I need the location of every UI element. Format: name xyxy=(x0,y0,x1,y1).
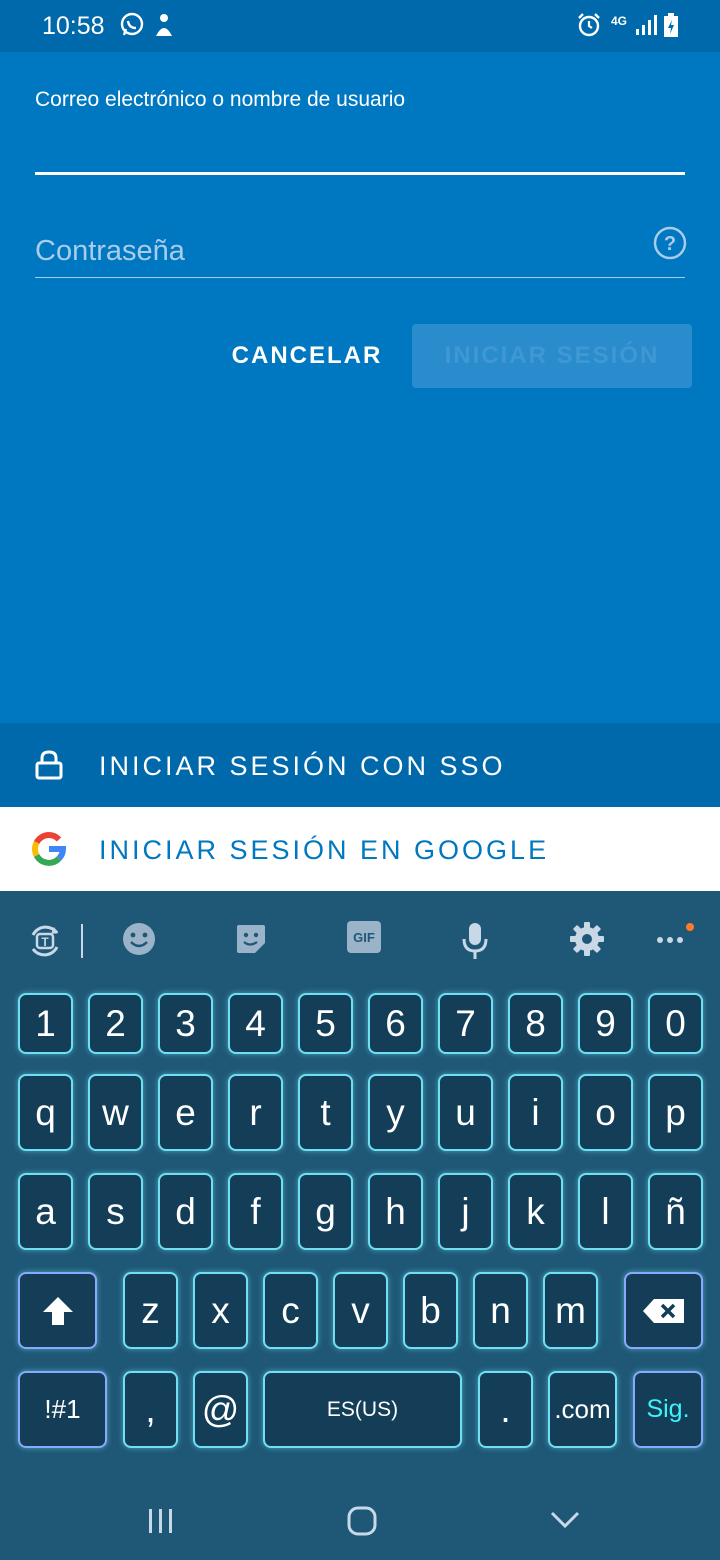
key-f[interactable]: f xyxy=(228,1173,283,1250)
email-field[interactable] xyxy=(35,122,685,175)
key-b[interactable]: b xyxy=(403,1272,458,1349)
login-button[interactable]: INICIAR SESIÓN xyxy=(412,324,692,388)
space-key[interactable]: ES(US) xyxy=(263,1371,462,1448)
comma-key[interactable]: , xyxy=(123,1371,178,1448)
next-key[interactable]: Sig. xyxy=(633,1371,703,1448)
google-login-button[interactable]: INICIAR SESIÓN EN GOOGLE xyxy=(0,807,720,891)
key-r[interactable]: r xyxy=(228,1074,283,1151)
key-p[interactable]: p xyxy=(648,1074,703,1151)
key-d[interactable]: d xyxy=(158,1173,213,1250)
alarm-icon xyxy=(578,13,600,37)
key-h[interactable]: h xyxy=(368,1173,423,1250)
key-s[interactable]: s xyxy=(88,1173,143,1250)
shift-icon xyxy=(42,1296,73,1325)
key-u[interactable]: u xyxy=(438,1074,493,1151)
shift-key[interactable] xyxy=(18,1272,97,1349)
key-3[interactable]: 3 xyxy=(158,993,213,1054)
mic-icon[interactable] xyxy=(460,921,490,961)
key-y[interactable]: y xyxy=(368,1074,423,1151)
key-a[interactable]: a xyxy=(18,1173,73,1250)
key-2[interactable]: 2 xyxy=(88,993,143,1054)
key-1[interactable]: 1 xyxy=(18,993,73,1054)
settings-icon[interactable] xyxy=(569,921,605,957)
gif-icon[interactable]: GIF xyxy=(347,921,381,953)
keyboard-toolbar: T GIF xyxy=(0,891,720,989)
key-x[interactable]: x xyxy=(193,1272,248,1349)
back-icon[interactable] xyxy=(549,1509,581,1531)
key-z[interactable]: z xyxy=(123,1272,178,1349)
google-label: INICIAR SESIÓN EN GOOGLE xyxy=(99,835,550,865)
key-g[interactable]: g xyxy=(298,1173,353,1250)
google-icon xyxy=(32,832,67,866)
key-i[interactable]: i xyxy=(508,1074,563,1151)
sticker-icon[interactable] xyxy=(233,921,269,957)
password-underline xyxy=(35,277,685,278)
dotcom-key[interactable]: .com xyxy=(548,1371,617,1448)
login-form: Correo electrónico o nombre de usuario C… xyxy=(0,52,720,722)
keyboard: T GIF 1 2 3 4 5 6 7 8 9 0 q w e r t y u … xyxy=(0,891,720,1479)
sso-label: INICIAR SESIÓN CON SSO xyxy=(99,751,506,781)
key-7[interactable]: 7 xyxy=(438,993,493,1054)
key-4[interactable]: 4 xyxy=(228,993,283,1054)
emoji-icon[interactable] xyxy=(121,921,157,957)
key-l[interactable]: l xyxy=(578,1173,633,1250)
key-5[interactable]: 5 xyxy=(298,993,353,1054)
key-c[interactable]: c xyxy=(263,1272,318,1349)
home-icon[interactable] xyxy=(346,1505,378,1537)
whatsapp-icon xyxy=(120,12,144,36)
period-key[interactable]: . xyxy=(478,1371,533,1448)
signal-icon xyxy=(636,15,657,35)
key-8[interactable]: 8 xyxy=(508,993,563,1054)
key-e[interactable]: e xyxy=(158,1074,213,1151)
notification-icon xyxy=(156,14,172,36)
key-m[interactable]: m xyxy=(543,1272,598,1349)
key-j[interactable]: j xyxy=(438,1173,493,1250)
symbols-key[interactable]: !#1 xyxy=(18,1371,107,1448)
battery-icon xyxy=(664,13,678,37)
svg-text:?: ? xyxy=(664,233,676,255)
key-q[interactable]: q xyxy=(18,1074,73,1151)
status-bar: 10:58 4G xyxy=(0,0,720,52)
at-key[interactable]: @ xyxy=(193,1371,248,1448)
key-0[interactable]: 0 xyxy=(648,993,703,1054)
recent-apps-icon[interactable] xyxy=(146,1507,176,1535)
toolbar-divider xyxy=(81,924,83,958)
sso-login-button[interactable]: INICIAR SESIÓN CON SSO xyxy=(0,723,720,807)
network-type-icon: 4G xyxy=(611,14,628,28)
key-w[interactable]: w xyxy=(88,1074,143,1151)
translate-icon[interactable]: T xyxy=(25,921,65,961)
lock-icon xyxy=(35,750,63,780)
key-enye[interactable]: ñ xyxy=(648,1173,703,1250)
more-icon[interactable] xyxy=(656,923,696,947)
backspace-icon xyxy=(642,1298,684,1323)
key-9[interactable]: 9 xyxy=(578,993,633,1054)
email-label: Correo electrónico o nombre de usuario xyxy=(35,88,406,111)
key-k[interactable]: k xyxy=(508,1173,563,1250)
navigation-bar xyxy=(0,1479,720,1560)
help-icon[interactable]: ? xyxy=(653,226,687,260)
password-field[interactable]: Contraseña xyxy=(35,235,185,268)
key-t[interactable]: t xyxy=(298,1074,353,1151)
key-v[interactable]: v xyxy=(333,1272,388,1349)
backspace-key[interactable] xyxy=(624,1272,703,1349)
svg-text:T: T xyxy=(41,935,49,949)
key-o[interactable]: o xyxy=(578,1074,633,1151)
key-6[interactable]: 6 xyxy=(368,993,423,1054)
status-time: 10:58 xyxy=(42,12,105,40)
cancel-button[interactable]: CANCELAR xyxy=(215,324,399,388)
key-n[interactable]: n xyxy=(473,1272,528,1349)
